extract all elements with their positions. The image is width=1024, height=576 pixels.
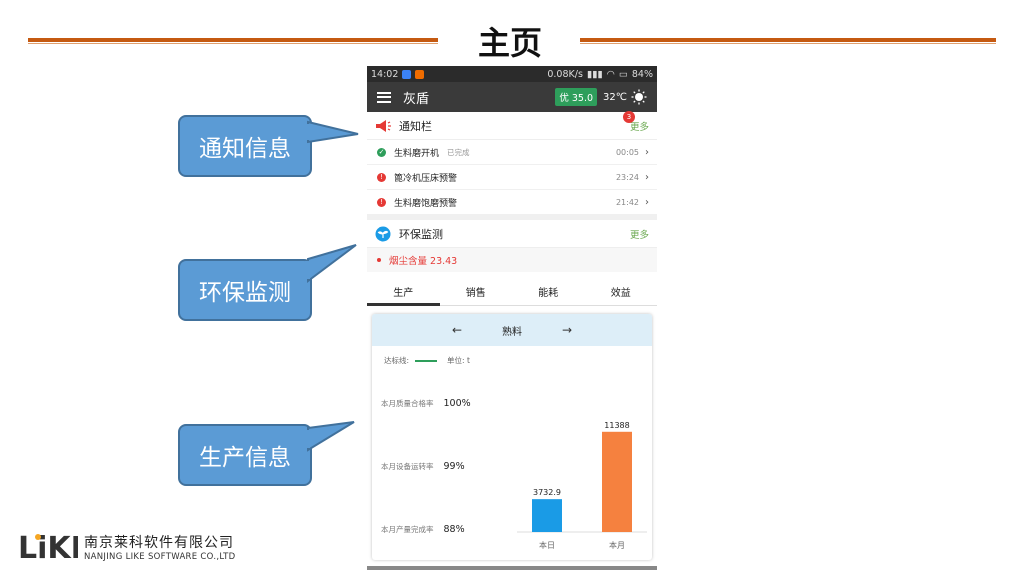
callout-notification: 通知信息: [178, 115, 359, 177]
card-header: ← 熟料 →: [372, 314, 652, 346]
check-icon: ✓: [377, 147, 386, 157]
tab-energy[interactable]: 能耗: [512, 278, 585, 305]
callout-pointer: [305, 120, 359, 144]
notice-text: 生料磨开机: [394, 148, 440, 159]
notice-item[interactable]: ! 生料磨饱磨预警 21:42 ›: [367, 190, 657, 215]
bar-0: [532, 499, 562, 532]
callout-pointer: [305, 421, 355, 452]
callout-pointer: [305, 244, 357, 283]
kpi-value: 99%: [443, 461, 465, 472]
kpi-label: 本月产量完成率: [381, 525, 434, 534]
tab-profit[interactable]: 效益: [585, 278, 658, 305]
company-logo: LiKE 南京莱科软件有限公司 NANJING LIKE SOFTWARE CO…: [18, 532, 236, 562]
callout-environment: 环保监测: [178, 244, 357, 321]
kpi-label: 本月质量合格率: [381, 399, 434, 408]
chart-legend: 达标线: 单位: t: [384, 355, 470, 366]
signal-icon: ▮▮▮: [586, 68, 603, 80]
notice-title: 通知栏: [399, 119, 432, 133]
app-bar: 灰盾 优 35.0 32℃: [367, 82, 657, 112]
target-line-swatch: [415, 359, 438, 362]
network-speed: 0.08K/s: [547, 68, 583, 80]
callout-label: 环保监测: [199, 280, 291, 306]
aqi-badge: 优 35.0: [555, 88, 598, 106]
battery-level: 84%: [631, 68, 653, 80]
notice-more-link[interactable]: 3 更多: [622, 110, 649, 133]
production-card: ← 熟料 → 达标线: 单位: t 本月质量合格率 100% 本月设备运转率 9…: [372, 314, 652, 560]
bar-value-label: 3732.9: [533, 488, 561, 497]
sprout-icon: [375, 226, 391, 241]
callout-label: 生产信息: [199, 445, 291, 471]
kpi-row: 本月设备运转率 99%: [381, 461, 465, 472]
callout-production: 生产信息: [178, 421, 355, 486]
menu-icon[interactable]: [377, 91, 391, 103]
svg-text:LiKE: LiKE: [18, 532, 78, 562]
bar-category-label: 本月: [609, 540, 625, 550]
kpi-value: 88%: [443, 524, 465, 535]
chevron-right-icon: ›: [645, 146, 649, 158]
notice-text: 生料磨饱磨预警: [394, 198, 458, 209]
env-reading: 烟尘含量 23.43: [389, 256, 458, 267]
env-title: 环保监测: [399, 227, 443, 241]
chevron-right-icon: ›: [645, 171, 649, 183]
chevron-right-icon: ›: [645, 196, 649, 208]
temperature: 32℃: [603, 91, 627, 103]
notice-text: 篦冷机压床预警: [394, 173, 458, 184]
arrow-right-icon[interactable]: →: [562, 323, 572, 337]
notification-icon: [402, 69, 412, 79]
kpi-row: 本月质量合格率 100%: [381, 398, 471, 409]
notice-status: 已完成: [447, 147, 470, 157]
app-title: 灰盾: [403, 91, 430, 107]
alert-dot-icon: [377, 258, 381, 262]
env-reading-row[interactable]: 烟尘含量 23.43: [367, 248, 657, 272]
unit-label: 单位: t: [447, 356, 470, 365]
tab-production[interactable]: 生产: [367, 278, 440, 306]
kpi-row: 本月产量完成率 88%: [381, 524, 465, 535]
env-more-link[interactable]: 更多: [630, 227, 649, 241]
alert-icon: !: [377, 172, 386, 182]
battery-icon: ▭: [618, 68, 628, 80]
sun-icon: [631, 89, 647, 105]
bar-category-label: 本日: [539, 540, 555, 550]
kpi-label: 本月设备运转率: [381, 462, 434, 471]
notice-time: 21:42: [615, 197, 639, 207]
megaphone-icon: [376, 119, 391, 132]
phone-screen: 14:02 0.08K/s ▮▮▮ ◠ ▭ 84% 灰盾 优 35.0 32℃: [367, 66, 657, 570]
slide-title: 主页: [477, 24, 542, 62]
notice-item[interactable]: ✓ 生料磨开机 已完成 00:05 ›: [367, 140, 657, 165]
arrow-left-icon[interactable]: ←: [452, 323, 462, 337]
slide: 主页 通知信息 环保监测 生产信息 LiKE 南京莱科软件有限公司 NANJIN…: [0, 0, 1024, 576]
notice-item[interactable]: ! 篦冷机压床预警 23:24 ›: [367, 165, 657, 190]
app-notification-icon: [415, 69, 425, 79]
tab-bar: 生产 销售 能耗 效益: [367, 278, 657, 306]
notice-count-badge: 3: [622, 110, 635, 123]
like-logo-mark: LiKE: [18, 532, 78, 562]
env-header: 环保监测 更多: [367, 220, 657, 248]
notice-time: 00:05: [615, 147, 639, 157]
legend-label: 达标线:: [384, 356, 410, 365]
status-bar: 14:02 0.08K/s ▮▮▮ ◠ ▭ 84%: [367, 66, 657, 82]
bar-1: [602, 431, 632, 532]
company-name-en: NANJING LIKE SOFTWARE CO.,LTD: [84, 552, 236, 562]
wifi-icon: ◠: [606, 68, 615, 80]
card-title: 熟料: [502, 326, 522, 338]
notice-header: 通知栏 3 更多: [367, 110, 657, 140]
title-rule-left: [28, 38, 438, 44]
company-name-cn: 南京莱科软件有限公司: [84, 535, 234, 551]
bar-value-label: 11388: [604, 421, 629, 430]
production-bar-chart: 3732.9 本日 11388 本月: [517, 421, 647, 550]
status-time: 14:02: [371, 68, 399, 80]
alert-icon: !: [377, 197, 386, 207]
title-rule-right: [580, 38, 996, 44]
kpi-value: 100%: [443, 398, 471, 409]
notice-time: 23:24: [615, 172, 639, 182]
tab-sales[interactable]: 销售: [440, 278, 513, 305]
callout-label: 通知信息: [199, 136, 291, 162]
